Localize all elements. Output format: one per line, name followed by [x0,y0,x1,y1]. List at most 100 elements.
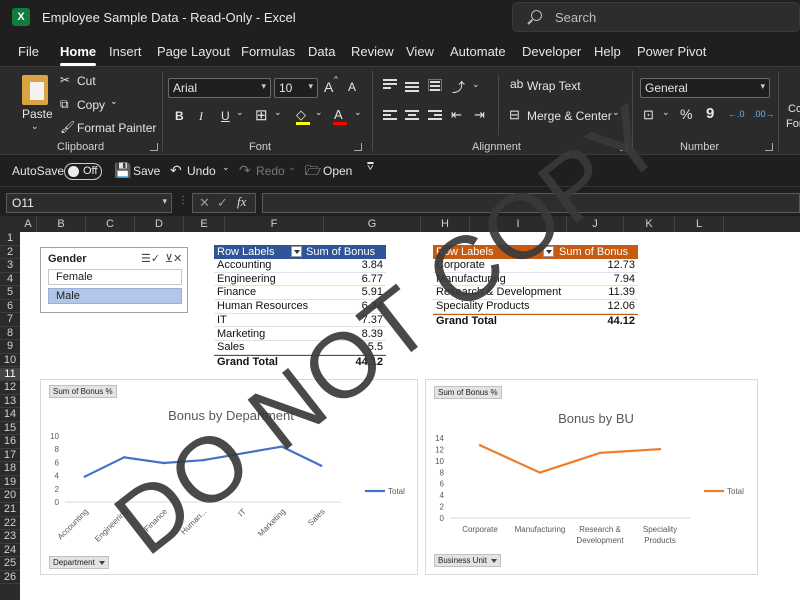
align-center-icon[interactable] [405,110,419,122]
row-header[interactable]: 14 [0,408,20,422]
column-header[interactable]: C [86,216,135,232]
row-header[interactable]: 15 [0,422,20,436]
slicer-item-male[interactable]: Male [48,288,182,304]
value-field-button[interactable]: Sum of Bonus % [434,386,502,399]
row-header[interactable]: 18 [0,462,20,476]
save-button[interactable]: Save [133,164,160,178]
column-header[interactable]: I [470,216,567,232]
insert-function-button[interactable]: fx [237,194,246,210]
dialog-launcher-icon[interactable] [620,143,628,151]
chart-bonus-by-bu[interactable]: 0 2 4 6 8 10 12 14 Corporate Manufacturing Researc… [425,379,758,575]
row-header[interactable]: 1 [0,232,20,246]
column-header[interactable]: K [624,216,675,232]
column-header[interactable]: G [324,216,421,232]
row-header[interactable]: 3 [0,259,20,273]
column-header[interactable]: J [567,216,624,232]
increase-indent-icon[interactable]: ⇥ [474,107,485,123]
gender-slicer[interactable]: Gender ☰✓ ⊻✕ Female Male [40,247,188,313]
row-header[interactable]: 4 [0,273,20,287]
row-header[interactable]: 20 [0,489,20,503]
pivot-row[interactable]: Marketing 8.39 [214,328,386,341]
row-header[interactable]: 11 [0,367,20,381]
pivot-row[interactable]: Research & Development 11.39 [433,286,638,300]
increase-decimal-icon[interactable]: ←.0 [728,109,745,119]
formula-input[interactable] [262,193,800,213]
italic-button[interactable]: I [199,109,203,124]
align-bottom-icon[interactable] [428,79,442,91]
row-header[interactable]: 2 [0,246,20,260]
row-header[interactable]: 10 [0,354,20,368]
open-button[interactable]: Open [323,164,352,178]
filter-dropdown-icon[interactable] [543,246,554,257]
cut-button[interactable]: Cut [77,74,96,88]
clear-filter-icon[interactable]: ⊻✕ [165,252,182,265]
percent-button[interactable]: % [680,106,692,122]
chart-bonus-by-department[interactable]: 0 2 4 6 8 10 Accounting Engineering Finance Human… [40,379,418,575]
pivot-row[interactable]: Corporate 12.73 [433,259,638,273]
align-right-icon[interactable] [428,110,442,122]
tab-formulas[interactable]: Formulas [241,44,295,59]
column-header[interactable]: F [225,216,324,232]
name-box[interactable]: O11 ▾ [6,193,172,213]
column-header[interactable]: L [675,216,724,232]
tab-page-layout[interactable]: Page Layout [157,44,230,59]
fill-color-icon[interactable]: ◇ [296,107,306,123]
wrap-text-button[interactable]: Wrap Text [527,79,581,93]
conditional-formatting-partial[interactable]: Co [788,103,800,115]
row-header[interactable]: 19 [0,476,20,490]
column-header[interactable]: B [37,216,86,232]
column-header[interactable]: D [135,216,184,232]
currency-icon[interactable]: ⊡ [643,107,654,123]
row-header[interactable]: 16 [0,435,20,449]
row-header[interactable]: 7 [0,313,20,327]
font-size-select[interactable]: 10 ▾ [274,78,318,98]
tab-review[interactable]: Review [351,44,394,59]
tab-file[interactable]: File [18,44,39,59]
align-top-icon[interactable] [383,79,397,91]
row-header[interactable]: 24 [0,544,20,558]
axis-field-button[interactable]: Department [49,556,109,569]
format-painter-button[interactable]: Format Painter [77,121,156,135]
row-header[interactable]: 21 [0,503,20,517]
pivot-grand-total-row[interactable]: Grand Total 44.12 [433,313,638,328]
redo-button[interactable]: Redo [256,164,285,178]
row-header[interactable]: 13 [0,395,20,409]
multi-select-icon[interactable]: ☰✓ [141,252,160,265]
pivot-row[interactable]: Sales 5.5 [214,341,386,355]
value-field-button[interactable]: Sum of Bonus % [49,385,117,398]
tab-power-pivot[interactable]: Power Pivot [637,44,706,59]
orientation-icon[interactable]: ⤴ [452,77,465,96]
dialog-launcher-icon[interactable] [150,143,158,151]
underline-button[interactable]: U [221,109,230,123]
align-middle-icon[interactable] [405,82,419,94]
axis-field-button[interactable]: Business Unit [434,554,501,567]
filter-dropdown-icon[interactable] [291,246,302,257]
cancel-icon[interactable]: ✕ [199,195,210,211]
pivot-grand-total-row[interactable]: Grand Total 44.12 [214,354,386,369]
enter-icon[interactable]: ✓ [217,195,228,211]
row-header[interactable]: 9 [0,340,20,354]
tab-developer[interactable]: Developer [522,44,581,59]
slicer-item-female[interactable]: Female [48,269,182,285]
row-header[interactable]: 12 [0,381,20,395]
search-box[interactable]: Search [512,2,800,32]
decrease-font-button[interactable]: A [348,80,356,94]
tab-automate[interactable]: Automate [450,44,506,59]
copy-button[interactable]: Copy [77,98,105,112]
merge-center-button[interactable]: Merge & Center [527,109,612,123]
column-header[interactable]: A [20,216,37,232]
row-header[interactable]: 22 [0,517,20,531]
row-header[interactable]: 6 [0,300,20,314]
pivot-row[interactable]: Accounting 3.84 [214,259,386,273]
tab-data[interactable]: Data [308,44,335,59]
tab-home[interactable]: Home [60,44,97,66]
pivot-row[interactable]: Finance 5.91 [214,286,386,300]
font-color-button[interactable]: A [334,107,343,122]
row-header[interactable]: 8 [0,327,20,341]
column-header[interactable]: H [421,216,470,232]
undo-button[interactable]: Undo [187,164,216,178]
font-name-select[interactable]: Arial ▾ [168,78,271,98]
row-header[interactable]: 26 [0,571,20,585]
decrease-indent-icon[interactable]: ⇤ [451,107,462,123]
increase-font-button[interactable]: A [324,79,333,95]
